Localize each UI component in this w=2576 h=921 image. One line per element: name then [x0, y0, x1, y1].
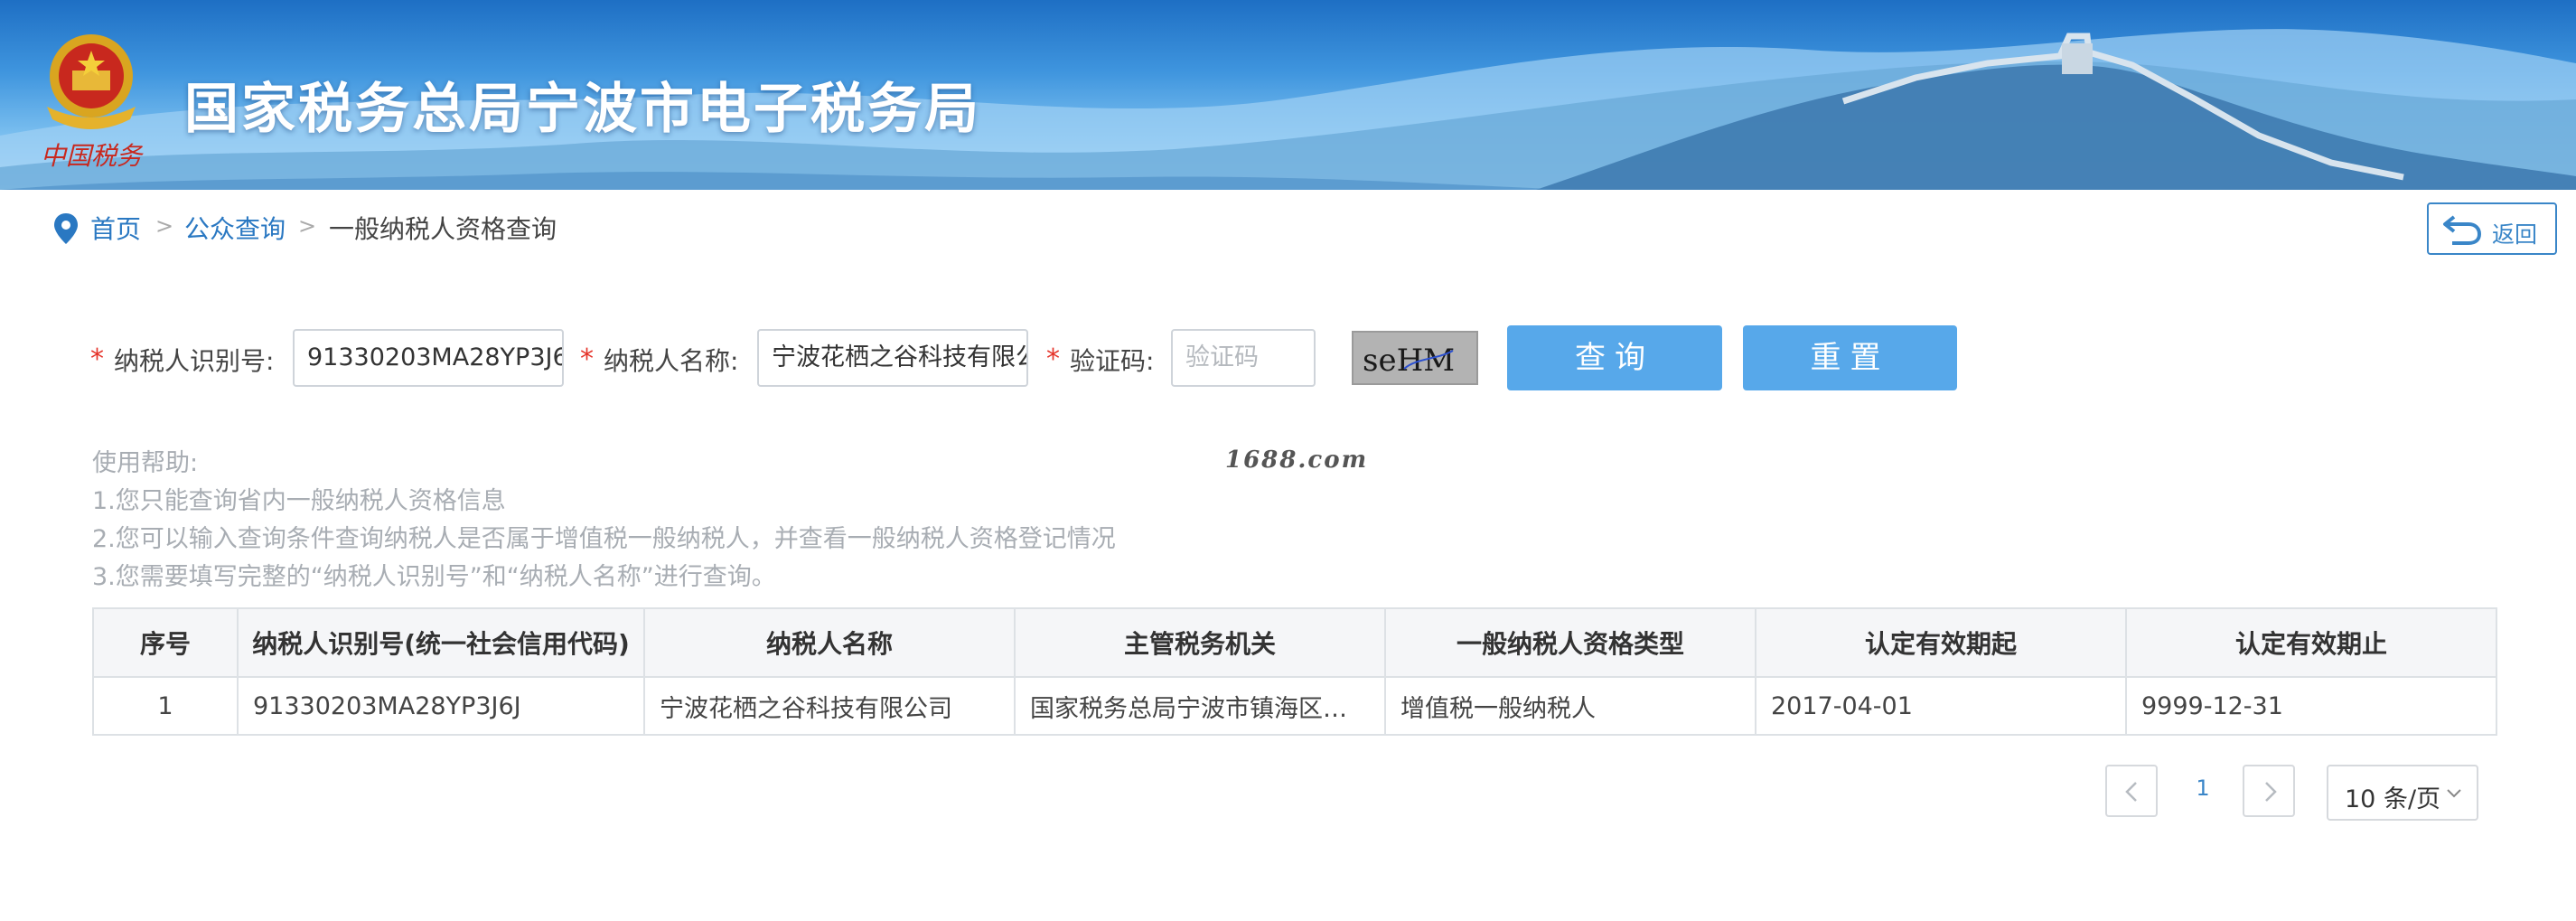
emblem-caption: 中国税务	[41, 141, 144, 171]
back-arrow-icon	[2443, 215, 2482, 245]
results-table: 序号 纳税人识别号(统一社会信用代码) 纳税人名称 主管税务机关 一般纳税人资格…	[92, 607, 2497, 736]
taxpayer-id-label: 纳税人识别号:	[114, 346, 275, 376]
prev-page-button[interactable]	[2105, 765, 2158, 817]
watermark-text: 1688.com	[1225, 446, 1369, 474]
table-cell: 国家税务总局宁波市镇海区税务局	[1014, 676, 1386, 736]
table-header-row: 序号 纳税人识别号(统一社会信用代码) 纳税人名称 主管税务机关 一般纳税人资格…	[92, 607, 2497, 678]
required-mark: *	[1046, 343, 1060, 375]
required-mark: *	[90, 343, 104, 375]
column-header: 认定有效期止	[2125, 607, 2497, 678]
help-title: 使用帮助:	[92, 449, 199, 477]
captcha-text: seHM	[1363, 343, 1455, 379]
site-title: 国家税务总局宁波市电子税务局	[184, 78, 981, 141]
taxpayer-name-label: 纳税人名称:	[604, 346, 739, 376]
page-size-value: 10 条/页	[2345, 785, 2441, 813]
query-button[interactable]: 查询	[1507, 325, 1722, 390]
column-header: 一般纳税人资格类型	[1384, 607, 1756, 678]
help-line: 3.您需要填写完整的“纳税人识别号”和“纳税人名称”进行查询。	[92, 563, 776, 591]
page-number-current[interactable]: 1	[2187, 775, 2219, 801]
captcha-glyphs: seHM	[1363, 343, 1455, 379]
chevron-down-icon	[2447, 789, 2461, 798]
required-mark: *	[580, 343, 594, 375]
breadcrumb-public-query-link[interactable]: 公众查询	[184, 210, 286, 246]
back-button-label: 返回	[2492, 221, 2538, 248]
back-button[interactable]: 返回	[2427, 202, 2557, 255]
chevron-right-icon	[2265, 782, 2277, 802]
table-cell: 2017-04-01	[1755, 676, 2127, 736]
captcha-input[interactable]: 验证码	[1171, 329, 1316, 387]
breadcrumb-separator: >	[298, 213, 317, 239]
breadcrumb-separator: >	[155, 213, 174, 239]
help-line: 1.您只能查询省内一般纳税人资格信息	[92, 487, 506, 515]
location-pin-icon	[54, 213, 78, 244]
captcha-image[interactable]: seHM	[1352, 331, 1478, 385]
header-banner: 中国税务 国家税务总局宁波市电子税务局	[0, 0, 2576, 190]
help-line: 2.您可以输入查询条件查询纳税人是否属于增值税一般纳税人，并查看一般纳税人资格登…	[92, 525, 1116, 553]
column-header: 纳税人识别号(统一社会信用代码)	[237, 607, 645, 678]
chevron-left-icon	[2125, 782, 2137, 802]
table-cell: 宁波花栖之谷科技有限公司	[643, 676, 1016, 736]
table-row: 1 91330203MA28YP3J6J 宁波花栖之谷科技有限公司 国家税务总局…	[92, 676, 2497, 736]
taxpayer-id-input[interactable]: 91330203MA28YP3J6J	[293, 329, 564, 387]
column-header: 主管税务机关	[1014, 607, 1386, 678]
captcha-label: 验证码:	[1070, 346, 1155, 376]
next-page-button[interactable]	[2243, 765, 2295, 817]
taxpayer-name-input[interactable]: 宁波花栖之谷科技有限公司	[757, 329, 1028, 387]
reset-button[interactable]: 重置	[1743, 325, 1957, 390]
table-cell: 增值税一般纳税人	[1384, 676, 1756, 736]
table-cell: 1	[92, 676, 239, 736]
column-header: 纳税人名称	[643, 607, 1016, 678]
breadcrumb-home-link[interactable]: 首页	[90, 210, 141, 246]
table-cell: 91330203MA28YP3J6J	[237, 676, 645, 736]
breadcrumb-current: 一般纳税人资格查询	[329, 214, 557, 244]
tax-emblem-logo: 中国税务	[41, 34, 144, 171]
table-cell: 9999-12-31	[2125, 676, 2497, 736]
column-header: 序号	[92, 607, 239, 678]
page-size-select[interactable]: 10 条/页	[2327, 765, 2478, 821]
column-header: 认定有效期起	[1755, 607, 2127, 678]
